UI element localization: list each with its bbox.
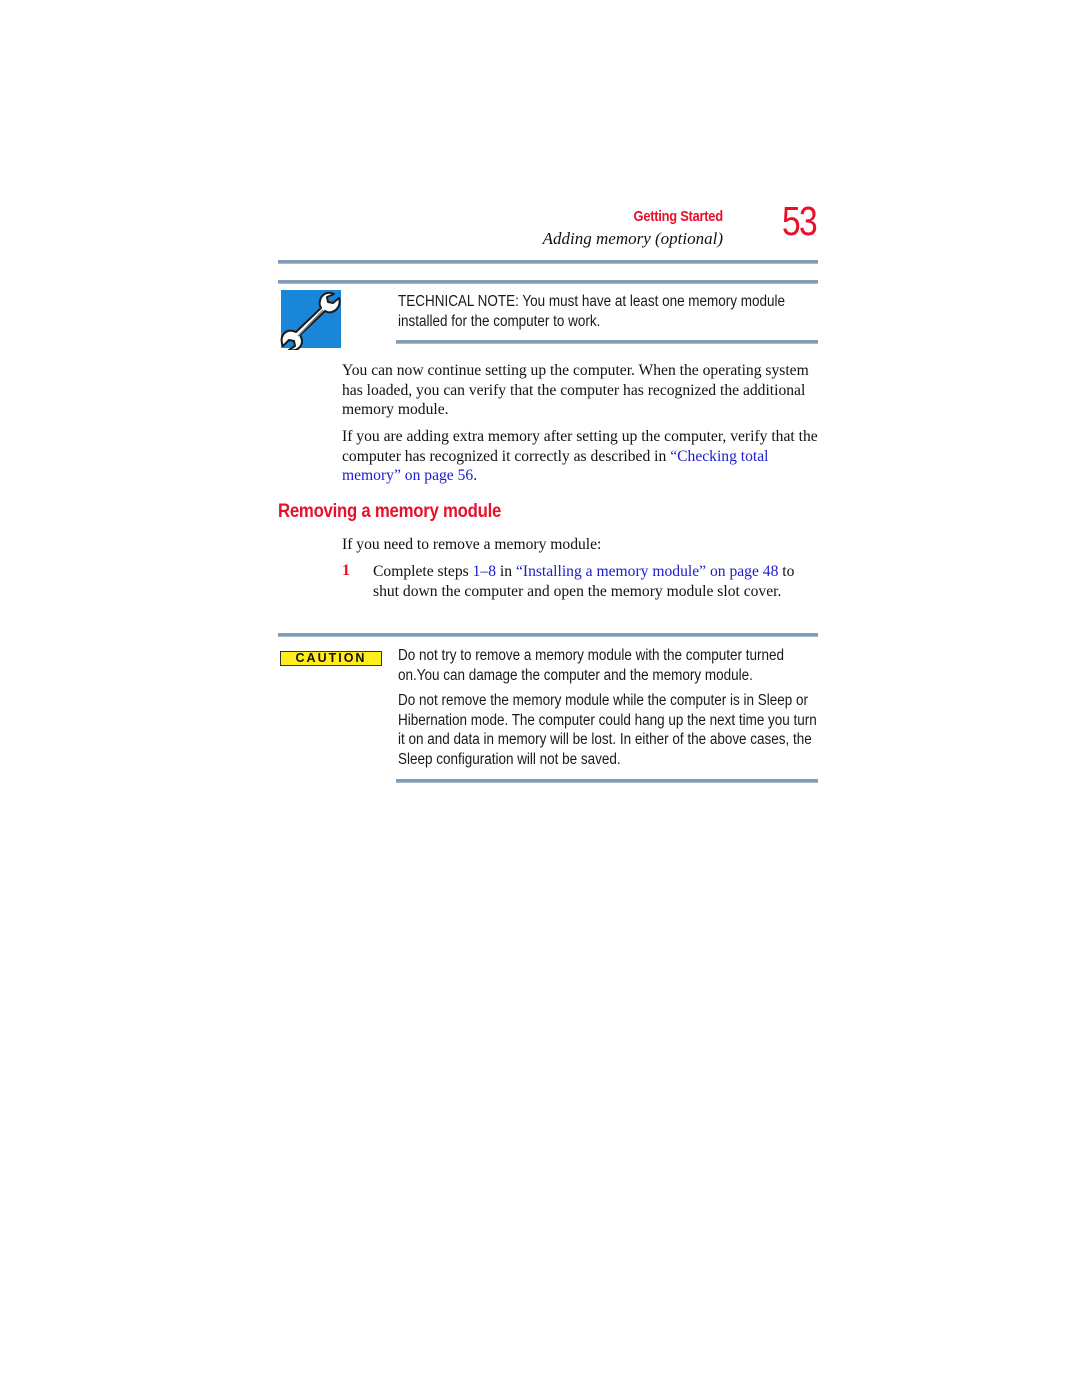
paragraph-text-end: . [473, 467, 478, 484]
section-intro: If you need to remove a memory module: [342, 536, 602, 553]
caution-bottom-rule [396, 779, 818, 783]
wrench-icon [280, 290, 341, 350]
paragraph-continue-setup: You can now continue setting up the comp… [342, 362, 809, 418]
manual-page: Getting Started Adding memory (optional)… [0, 0, 1080, 1397]
step-number: 1 [342, 562, 350, 579]
technical-note-text: TECHNICAL NOTE: You must have at least o… [398, 293, 785, 330]
section-heading: Removing a memory module [278, 500, 502, 522]
page-number: 53 [782, 198, 818, 244]
caution-paragraph: Do not remove the memory module while th… [398, 692, 817, 768]
step-text-mid: in [496, 563, 516, 580]
step-text: Complete steps 1–8 in “Installing a memo… [373, 562, 823, 601]
running-header-section: Getting Started [633, 208, 724, 225]
note-top-rule [278, 280, 818, 284]
step-text-start: Complete steps [373, 563, 473, 580]
link-steps-range[interactable]: 1–8 [473, 563, 496, 580]
caution-top-rule [278, 633, 818, 637]
running-header-subtitle: Adding memory (optional) [542, 229, 723, 248]
header-rule [278, 260, 818, 264]
paragraph-extra-memory: If you are adding extra memory after set… [342, 427, 822, 486]
caution-paragraph: Do not try to remove a memory module wit… [398, 647, 784, 684]
caution-badge: CAUTION [280, 651, 382, 666]
note-bottom-rule [396, 340, 818, 344]
link-installing-memory-module[interactable]: “Installing a memory module” on page 48 [516, 563, 778, 580]
caution-label: CAUTION [295, 651, 367, 666]
